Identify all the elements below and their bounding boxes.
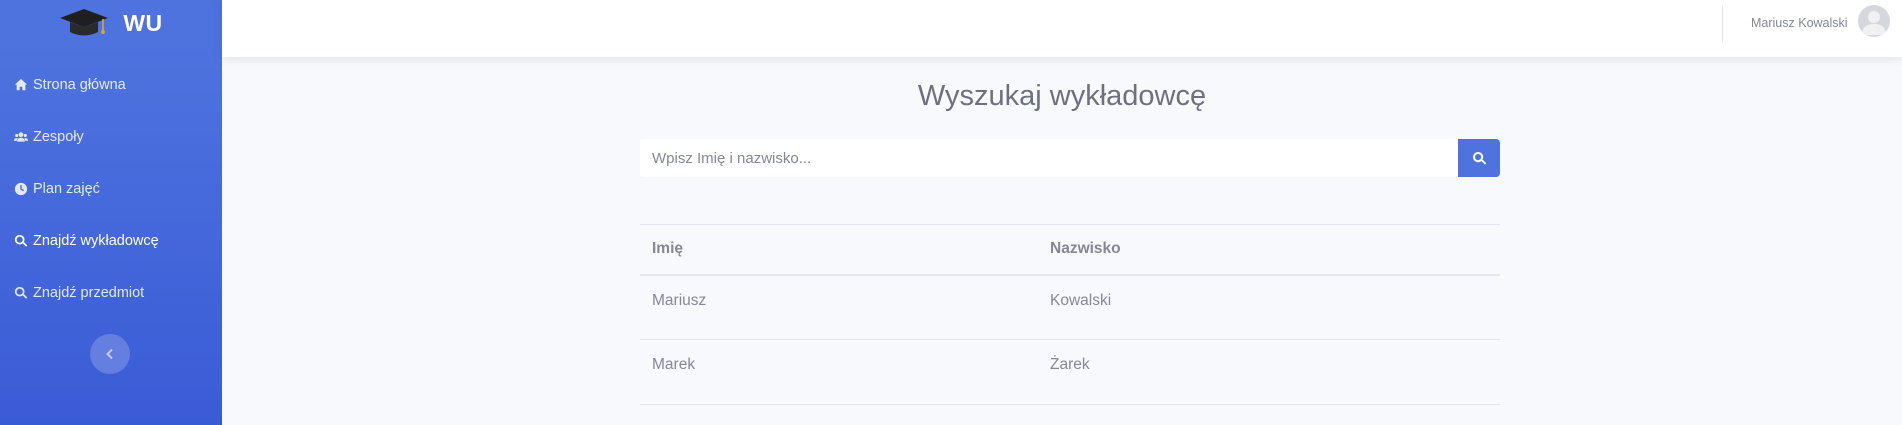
table-row[interactable]: Marek Żarek [640, 339, 1500, 405]
sidebar-item-label: Strona główna [33, 77, 126, 93]
column-header-first-name: Imię [640, 224, 1038, 276]
sidebar-item-label: Znajdź wykładowcę [33, 233, 159, 249]
search-icon [1472, 151, 1486, 165]
user-name[interactable]: Mariusz Kowalski [1751, 16, 1848, 30]
cell-first-name: Marek [640, 339, 1038, 405]
table-header-row: Imię Nazwisko [640, 224, 1500, 276]
chevron-left-icon [106, 348, 113, 360]
sidebar-item-label: Znajdź przedmiot [33, 285, 145, 301]
search-button[interactable] [1458, 139, 1500, 177]
sidebar-item-label: Zespoły [33, 129, 84, 145]
topbar-divider [1722, 6, 1723, 42]
sidebar-item-schedule[interactable]: Plan zajęć [14, 181, 100, 197]
search-input[interactable] [640, 139, 1458, 177]
cell-last-name: Kowalski [1038, 274, 1500, 340]
home-icon [14, 78, 28, 91]
graduation-cap-icon [60, 9, 109, 36]
sidebar-item-find-subject[interactable]: Znajdź przedmiot [14, 285, 144, 301]
table-row[interactable]: Mariusz Kowalski [640, 274, 1500, 340]
search-icon [14, 286, 28, 299]
sidebar-item-home[interactable]: Strona główna [14, 77, 126, 93]
sidebar-item-teams[interactable]: Zespoły [14, 129, 84, 145]
avatar[interactable] [1858, 5, 1890, 37]
page-title: Wyszukaj wykładowcę [917, 80, 1207, 112]
clock-icon [14, 182, 28, 196]
sidebar-toggle-button[interactable] [90, 334, 130, 374]
brand-text: WU [123, 9, 163, 36]
cell-last-name: Żarek [1038, 339, 1500, 405]
users-icon [14, 132, 28, 142]
results-table: Imię Nazwisko Mariusz Kowalski Marek Żar… [640, 224, 1500, 405]
search-icon [14, 234, 28, 247]
sidebar-brand[interactable]: WU [0, 0, 222, 46]
cell-first-name: Mariusz [640, 274, 1038, 340]
topbar: Mariusz Kowalski [222, 0, 1902, 57]
column-header-last-name: Nazwisko [1038, 224, 1500, 276]
sidebar: WU Strona główna Zespoły Plan zajęć Znaj… [0, 0, 222, 425]
sidebar-item-label: Plan zajęć [33, 181, 100, 197]
sidebar-item-find-lecturer[interactable]: Znajdź wykładowcę [14, 233, 159, 249]
search-bar [640, 139, 1500, 177]
user-avatar-icon [1862, 11, 1886, 35]
